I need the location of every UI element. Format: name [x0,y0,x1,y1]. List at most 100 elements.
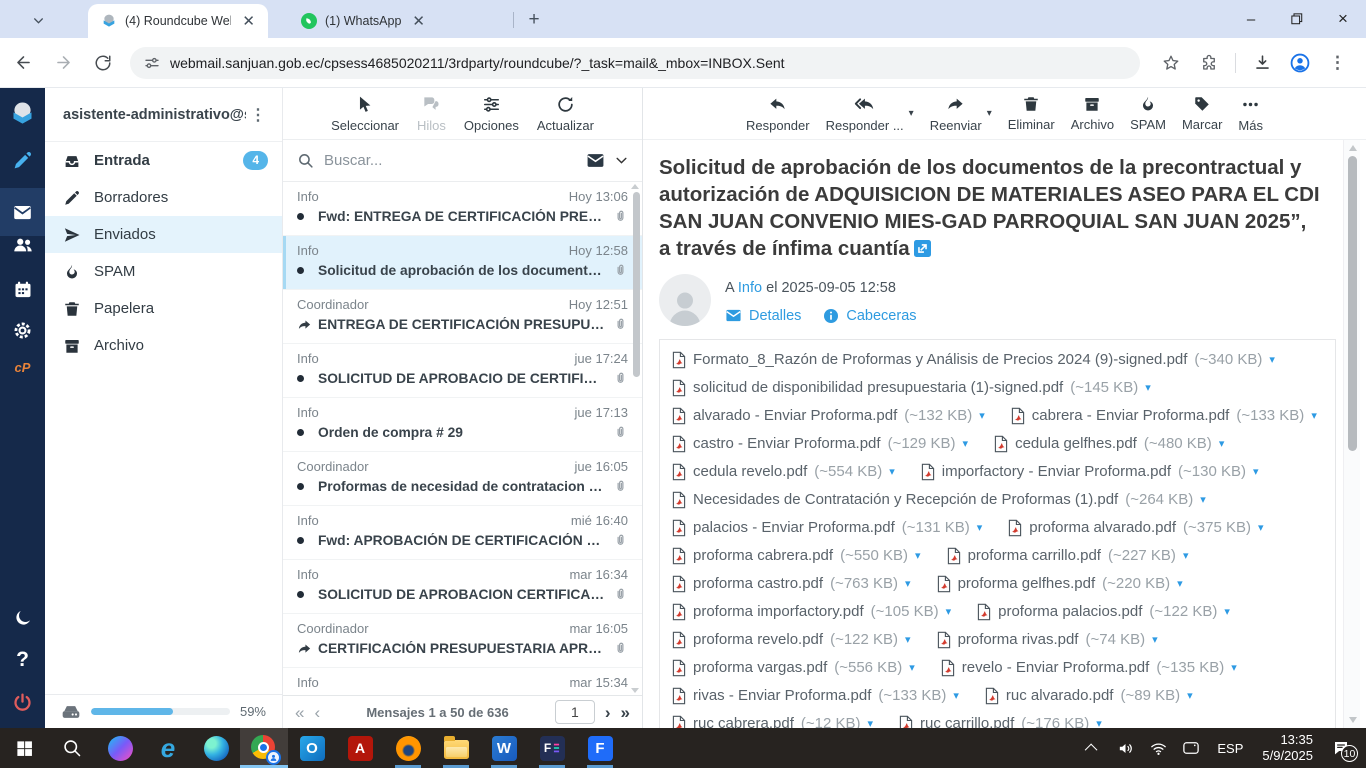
attachment-item[interactable]: Necesidades de Contratación y Recepción … [672,489,1206,510]
volume-icon[interactable] [1112,728,1138,768]
attachment-item[interactable]: proforma rivas.pdf (~74 KB) ▾ [937,629,1158,650]
browser-menu-button[interactable]: ⋮ [1321,53,1354,73]
taskbar-fes-app-button[interactable]: F [528,728,576,768]
tray-chevron-up-icon[interactable] [1079,728,1105,768]
scroll-down-icon[interactable] [1349,717,1357,723]
attachment-menu-icon[interactable]: ▾ [1096,717,1102,728]
last-page-button[interactable]: » [621,704,630,721]
message-list-item[interactable]: Info mar 16:34 SOLICITUD DE APROBACION C… [283,560,642,614]
attachment-item[interactable]: Formato_8_Razón de Proformas y Análisis … [672,349,1275,370]
message-list-item[interactable]: Info Hoy 13:06 Fwd: ENTREGA DE CERTIFICA… [283,182,642,236]
attachment-item[interactable]: cedula gelfhes.pdf (~480 KB) ▾ [994,433,1224,454]
taskbar-file-explorer-button[interactable] [432,728,480,768]
list-scroll-up-icon[interactable] [631,184,639,189]
notification-center-button[interactable]: 10 [1326,728,1356,768]
browser-tab-whatsapp[interactable]: (1) WhatsApp ✕ [288,4,508,38]
attachment-item[interactable]: rivas - Enviar Proforma.pdf (~133 KB) ▾ [672,685,959,706]
attachment-item[interactable]: proforma imporfactory.pdf (~105 KB) ▾ [672,601,951,622]
attachment-menu-icon[interactable]: ▾ [909,661,915,674]
recipient-link[interactable]: Info [738,280,762,296]
contacts-nav-button[interactable] [0,234,45,256]
taskbar-edge-button[interactable] [192,728,240,768]
attachment-menu-icon[interactable]: ▾ [905,577,911,590]
extensions-icon[interactable] [1192,46,1226,80]
attachment-menu-icon[interactable]: ▾ [889,465,895,478]
message-list-item[interactable]: Coordinador mar 16:05 CERTIFICACIÓN PRES… [283,614,642,668]
taskbar-f-app-button[interactable]: F [576,728,624,768]
page-number-input[interactable]: 1 [555,700,595,724]
message-list-item[interactable]: Info mié 16:40 Fwd: APROBACIÓN DE CERTIF… [283,506,642,560]
message-list-item[interactable]: Info Hoy 12:58 Solicitud de aprobación d… [283,236,642,290]
restore-button[interactable] [1274,0,1320,38]
threads-button[interactable]: Hilos [417,94,446,133]
logout-button[interactable] [0,692,45,713]
attachment-item[interactable]: ruc carrillo.pdf (~176 KB) ▾ [899,713,1102,728]
settings-nav-button[interactable] [0,320,45,341]
sidebar-item-borradores[interactable]: Borradores [45,179,282,216]
next-page-button[interactable]: › [605,704,611,721]
back-button[interactable] [6,46,40,80]
compose-button[interactable] [0,150,45,171]
attachment-item[interactable]: proforma castro.pdf (~763 KB) ▾ [672,573,911,594]
reply-all-button[interactable]: Responder ... ▾ [826,95,914,133]
attachment-menu-icon[interactable]: ▾ [1311,409,1317,422]
attachment-menu-icon[interactable]: ▾ [868,717,874,728]
attachment-item[interactable]: proforma gelfhes.pdf (~220 KB) ▾ [937,573,1183,594]
attachment-menu-icon[interactable]: ▾ [979,409,985,422]
attachment-menu-icon[interactable]: ▾ [1152,633,1158,646]
sidebar-item-papelera[interactable]: Papelera [45,290,282,327]
attachment-item[interactable]: solicitud de disponibilidad presupuestar… [672,377,1151,398]
select-button[interactable]: Seleccionar [331,95,399,133]
attachment-menu-icon[interactable]: ▾ [953,689,959,702]
attachment-item[interactable]: revelo - Enviar Proforma.pdf (~135 KB) ▾ [941,657,1237,678]
attachment-menu-icon[interactable]: ▾ [977,521,983,534]
attachment-menu-icon[interactable]: ▾ [1269,353,1275,366]
attachment-menu-icon[interactable]: ▾ [1145,381,1151,394]
attachment-menu-icon[interactable]: ▾ [946,605,952,618]
attachment-menu-icon[interactable]: ▾ [1187,689,1193,702]
attachment-item[interactable]: castro - Enviar Proforma.pdf (~129 KB) ▾ [672,433,968,454]
attachment-item[interactable]: proforma palacios.pdf (~122 KB) ▾ [977,601,1230,622]
site-info-icon[interactable] [144,55,160,71]
delete-button[interactable]: Eliminar [1008,95,1055,132]
attachment-item[interactable]: proforma alvarado.pdf (~375 KB) ▾ [1008,517,1263,538]
tab-close-icon[interactable]: ✕ [239,12,258,30]
sidebar-item-enviados[interactable]: Enviados [45,216,282,253]
attachment-item[interactable]: ruc alvarado.pdf (~89 KB) ▾ [985,685,1193,706]
attachment-item[interactable]: imporfactory - Enviar Proforma.pdf (~130… [921,461,1259,482]
cpanel-logo[interactable]: cP [0,360,45,375]
message-list-item[interactable]: Info mar 15:34 [283,668,642,695]
scroll-up-icon[interactable] [1349,145,1357,151]
attachment-item[interactable]: proforma revelo.pdf (~122 KB) ▾ [672,629,911,650]
attachment-item[interactable]: proforma cabrera.pdf (~550 KB) ▾ [672,545,921,566]
archive-button[interactable]: Archivo [1071,95,1114,132]
options-button[interactable]: Opciones [464,95,519,133]
attachment-menu-icon[interactable]: ▾ [915,549,921,562]
sidebar-item-entrada[interactable]: Entrada 4 [45,142,282,179]
wifi-icon[interactable] [1145,728,1171,768]
forward-button[interactable]: Reenviar ▾ [930,95,992,133]
prev-page-button[interactable]: ‹ [314,704,320,721]
attachment-menu-icon[interactable]: ▾ [1200,493,1206,506]
attachment-menu-icon[interactable]: ▾ [1224,605,1230,618]
reload-button[interactable] [86,46,120,80]
account-header[interactable]: asistente-administrativo@sa... ⋮ [45,88,282,142]
message-list-item[interactable]: Info jue 17:13 Orden de compra # 29 [283,398,642,452]
attachment-item[interactable]: proforma carrillo.pdf (~227 KB) ▾ [947,545,1189,566]
folder-options-icon[interactable]: ⋮ [246,105,270,125]
reader-scrollbar[interactable] [1343,140,1360,728]
mark-button[interactable]: Marcar [1182,95,1222,132]
reply-button[interactable]: Responder [746,95,810,133]
attachment-item[interactable]: proforma vargas.pdf (~556 KB) ▾ [672,657,915,678]
minimize-button[interactable]: – [1228,0,1274,38]
attachment-item[interactable]: alvarado - Enviar Proforma.pdf (~132 KB)… [672,405,985,426]
list-scrollbar-thumb[interactable] [633,192,640,377]
reader-scrollbar-thumb[interactable] [1348,156,1357,451]
attachment-item[interactable]: ruc cabrera.pdf (~12 KB) ▾ [672,713,873,728]
list-scroll-down-icon[interactable] [631,688,639,693]
attachment-item[interactable]: cedula revelo.pdf (~554 KB) ▾ [672,461,895,482]
first-page-button[interactable]: « [295,704,304,721]
attachment-item[interactable]: cabrera - Enviar Proforma.pdf (~133 KB) … [1011,405,1317,426]
attachment-menu-icon[interactable]: ▾ [1183,549,1189,562]
sidebar-item-archivo[interactable]: Archivo [45,327,282,364]
